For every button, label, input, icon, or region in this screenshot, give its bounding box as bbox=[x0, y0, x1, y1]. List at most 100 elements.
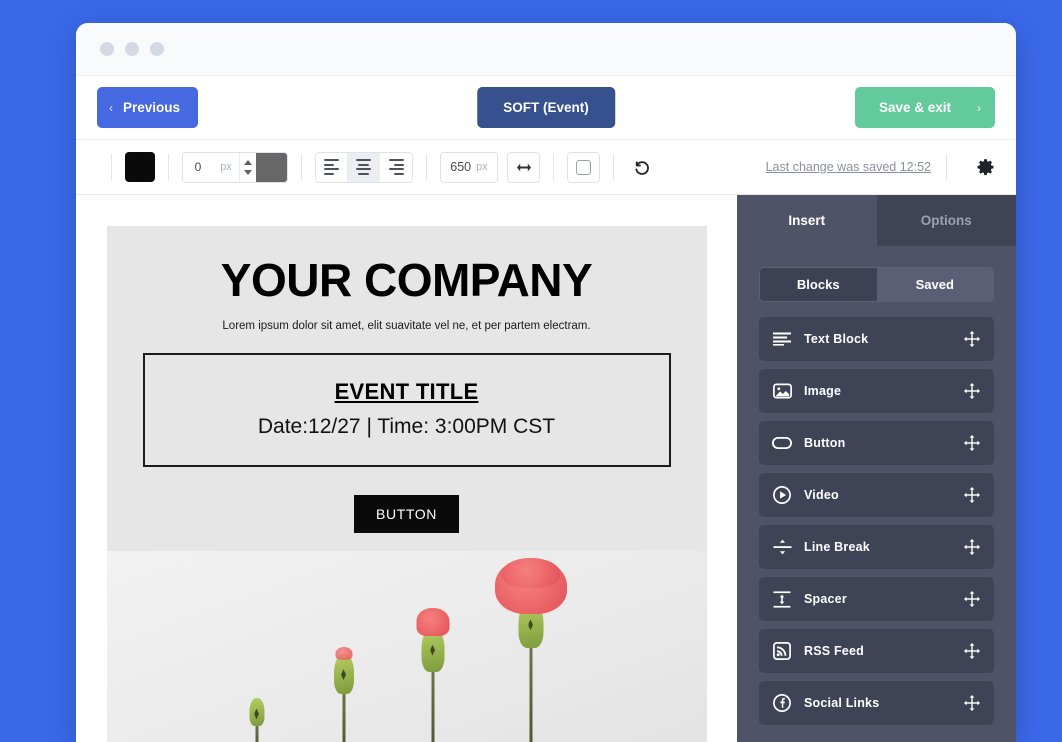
drag-move-icon[interactable] bbox=[964, 383, 980, 399]
save-button-label: Save & exit bbox=[878, 100, 951, 115]
toolbar-divider bbox=[946, 154, 947, 180]
image-icon bbox=[772, 381, 792, 401]
chevron-right-icon: › bbox=[977, 100, 981, 115]
email-cta-button[interactable]: BUTTON bbox=[354, 494, 459, 533]
segment-saved[interactable]: Saved bbox=[876, 268, 993, 301]
toolbar-divider bbox=[426, 154, 427, 180]
toolbar-divider bbox=[111, 154, 112, 180]
text-align-group bbox=[315, 151, 413, 183]
block-label: Spacer bbox=[804, 592, 847, 606]
block-item-button[interactable]: Button bbox=[759, 421, 994, 465]
gear-icon bbox=[977, 158, 994, 175]
toolbar-divider bbox=[553, 154, 554, 180]
block-label: Line Break bbox=[804, 540, 870, 554]
blocks-saved-toggle: Blocks Saved bbox=[759, 267, 994, 302]
border-width-unit: px bbox=[220, 161, 232, 173]
chevron-left-icon: ‹ bbox=[109, 100, 113, 115]
button-pill-icon bbox=[772, 433, 792, 453]
block-item-spacer[interactable]: Spacer bbox=[759, 577, 994, 621]
window-dot-close[interactable] bbox=[100, 42, 114, 56]
sidebar-segment-wrap: Blocks Saved bbox=[737, 246, 1016, 302]
tagline-text: Lorem ipsum dolor sit amet, elit suavita… bbox=[222, 319, 591, 332]
email-header-block[interactable]: YOUR COMPANY Lorem ipsum dolor sit amet,… bbox=[107, 226, 707, 350]
sidebar-tabs: Insert Options bbox=[737, 195, 1016, 246]
element-toolbar: 0 px 650 px Last change was saved 12:52 bbox=[76, 140, 1016, 195]
block-item-text-block[interactable]: Text Block bbox=[759, 317, 994, 361]
border-radius-button[interactable] bbox=[567, 151, 600, 183]
border-color-swatch[interactable] bbox=[256, 152, 287, 182]
drag-move-icon[interactable] bbox=[964, 435, 980, 451]
background-color-swatch[interactable] bbox=[125, 152, 155, 182]
settings-button[interactable] bbox=[976, 158, 995, 177]
segment-saved-label: Saved bbox=[915, 277, 954, 292]
block-item-video[interactable]: Video bbox=[759, 473, 994, 517]
block-item-line-break[interactable]: Line Break bbox=[759, 525, 994, 569]
email-template[interactable]: YOUR COMPANY Lorem ipsum dolor sit amet,… bbox=[106, 226, 707, 742]
block-item-image[interactable]: Image bbox=[759, 369, 994, 413]
border-width-spinner[interactable] bbox=[239, 152, 256, 182]
campaign-title-button[interactable]: SOFT (Event) bbox=[477, 87, 615, 128]
event-meta: Date:12/27 | Time: 3:00PM CST bbox=[257, 414, 556, 438]
tab-options[interactable]: Options bbox=[876, 195, 1016, 246]
border-radius-icon bbox=[576, 159, 591, 175]
align-center-icon bbox=[356, 159, 371, 175]
segment-blocks-label: Blocks bbox=[796, 277, 840, 292]
border-width-stepper[interactable]: 0 px bbox=[182, 151, 288, 183]
previous-button-label: Previous bbox=[123, 100, 181, 115]
undo-icon bbox=[634, 160, 649, 175]
width-value[interactable]: 650 bbox=[450, 160, 471, 174]
drag-move-icon[interactable] bbox=[964, 331, 980, 347]
block-list: Text Block Image Button Video Line Break… bbox=[737, 302, 1016, 733]
block-item-social-links[interactable]: Social Links bbox=[759, 681, 994, 725]
save-and-exit-button[interactable]: Save & exit › bbox=[854, 87, 995, 128]
text-lines-icon bbox=[772, 329, 792, 349]
drag-move-icon[interactable] bbox=[964, 591, 980, 607]
toolbar-divider bbox=[168, 154, 169, 180]
align-center-button[interactable] bbox=[348, 152, 380, 182]
last-saved-note[interactable]: Last change was saved 12:52 bbox=[766, 160, 931, 174]
block-item-rss-feed[interactable]: RSS Feed bbox=[759, 629, 994, 673]
block-label: Text Block bbox=[804, 332, 869, 346]
horizontal-resize-button[interactable] bbox=[507, 151, 540, 183]
block-label: Button bbox=[804, 436, 846, 450]
company-heading: YOUR COMPANY bbox=[220, 254, 593, 306]
stepper-up-icon[interactable] bbox=[244, 159, 252, 165]
segment-blocks[interactable]: Blocks bbox=[760, 268, 877, 301]
play-circle-icon bbox=[772, 485, 792, 505]
window-dot-maximize[interactable] bbox=[150, 42, 164, 56]
event-details-box[interactable]: EVENT TITLE Date:12/27 | Time: 3:00PM CS… bbox=[142, 352, 671, 467]
insert-sidebar: Insert Options Blocks Saved Text Block I… bbox=[737, 195, 1016, 742]
width-field[interactable]: 650 px bbox=[440, 151, 498, 183]
border-width-value[interactable]: 0 bbox=[183, 153, 213, 182]
reset-styles-button[interactable] bbox=[627, 151, 655, 183]
drag-move-icon[interactable] bbox=[964, 695, 980, 711]
line-break-icon bbox=[772, 537, 792, 557]
drag-move-icon[interactable] bbox=[964, 539, 980, 555]
block-label: Image bbox=[804, 384, 842, 398]
stepper-down-icon[interactable] bbox=[244, 169, 252, 175]
event-title: EVENT TITLE bbox=[334, 378, 479, 404]
window-dot-minimize[interactable] bbox=[125, 42, 139, 56]
rss-icon bbox=[772, 641, 792, 661]
tab-insert[interactable]: Insert bbox=[737, 195, 877, 246]
previous-button[interactable]: ‹ Previous bbox=[97, 87, 199, 128]
window-chrome-bar bbox=[76, 23, 1016, 76]
campaign-title-label: SOFT (Event) bbox=[503, 100, 589, 115]
email-image-block[interactable] bbox=[106, 550, 707, 742]
align-right-icon bbox=[388, 159, 404, 175]
app-window: ‹ Previous SOFT (Event) Save & exit › 0 … bbox=[76, 23, 1016, 742]
drag-move-icon[interactable] bbox=[964, 643, 980, 659]
align-right-button[interactable] bbox=[380, 152, 412, 182]
block-label: Social Links bbox=[804, 696, 880, 710]
email-canvas[interactable]: YOUR COMPANY Lorem ipsum dolor sit amet,… bbox=[76, 195, 737, 742]
drag-move-icon[interactable] bbox=[964, 487, 980, 503]
align-left-button[interactable] bbox=[316, 152, 348, 182]
editor-main: YOUR COMPANY Lorem ipsum dolor sit amet,… bbox=[76, 195, 1016, 742]
flower-petals-3 bbox=[416, 607, 449, 636]
facebook-circle-icon bbox=[772, 693, 792, 713]
editor-topbar: ‹ Previous SOFT (Event) Save & exit › bbox=[76, 76, 1016, 140]
flower-petals-2 bbox=[335, 646, 352, 660]
tab-options-label: Options bbox=[920, 213, 972, 228]
horizontal-resize-icon bbox=[516, 163, 531, 171]
toolbar-divider bbox=[301, 154, 302, 180]
